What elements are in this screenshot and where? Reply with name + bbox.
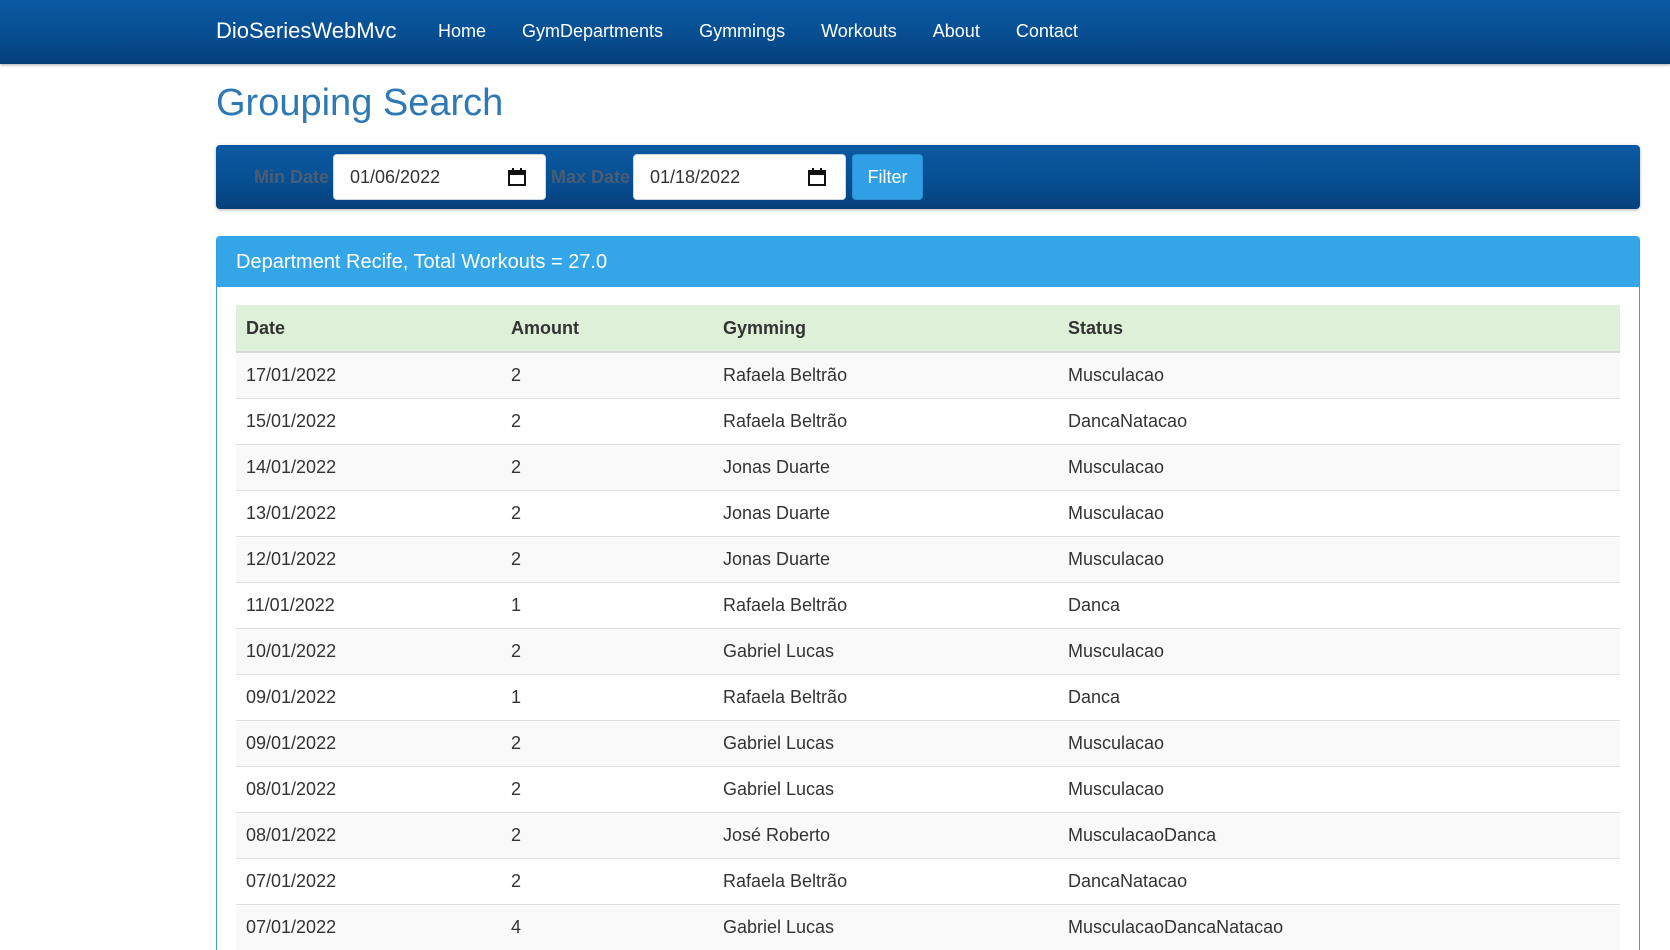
gymming-cell: Jonas Duarte xyxy=(713,536,1058,583)
amount-cell: 2 xyxy=(501,628,713,675)
nav-link-home[interactable]: Home xyxy=(420,0,504,64)
status-cell: Musculacao xyxy=(1058,628,1620,675)
column-header-date: Date xyxy=(236,305,501,353)
table-row: 07/01/2022 2 Rafaela Beltrão DancaNatacao xyxy=(236,858,1620,905)
table-header-row: Date Amount Gymming Status xyxy=(236,305,1620,353)
date-cell: 11/01/2022 xyxy=(236,582,501,629)
date-cell: 13/01/2022 xyxy=(236,490,501,537)
amount-cell: 2 xyxy=(501,766,713,813)
table-row: 10/01/2022 2 Gabriel Lucas Musculacao xyxy=(236,628,1620,675)
status-cell: Musculacao xyxy=(1058,490,1620,537)
date-cell: 15/01/2022 xyxy=(236,398,501,445)
date-cell: 08/01/2022 xyxy=(236,812,501,859)
status-cell: DancaNatacao xyxy=(1058,858,1620,905)
amount-cell: 2 xyxy=(501,352,713,399)
gymming-cell: Gabriel Lucas xyxy=(713,766,1058,813)
table-row: 13/01/2022 2 Jonas Duarte Musculacao xyxy=(236,490,1620,537)
nav-link-contact[interactable]: Contact xyxy=(998,0,1096,64)
max-date-label: Max Date xyxy=(551,167,631,187)
panel-heading: Department Recife, Total Workouts = 27.0 xyxy=(217,237,1639,287)
filter-bar: Min Date 01/06/2022 Max Date 01/18/2022 … xyxy=(216,145,1640,209)
date-cell: 12/01/2022 xyxy=(236,536,501,583)
status-cell: Musculacao xyxy=(1058,444,1620,491)
date-cell: 10/01/2022 xyxy=(236,628,501,675)
gymming-cell: Jonas Duarte xyxy=(713,490,1058,537)
calendar-icon[interactable] xyxy=(507,167,527,187)
min-date-label: Min Date xyxy=(254,167,330,187)
date-cell: 17/01/2022 xyxy=(236,352,501,399)
status-cell: Musculacao xyxy=(1058,536,1620,583)
department-panel: Department Recife, Total Workouts = 27.0… xyxy=(216,236,1640,950)
date-cell: 07/01/2022 xyxy=(236,858,501,905)
status-cell: Danca xyxy=(1058,674,1620,721)
column-header-status: Status xyxy=(1058,305,1620,353)
status-cell: Musculacao xyxy=(1058,720,1620,767)
table-row: 12/01/2022 2 Jonas Duarte Musculacao xyxy=(236,536,1620,583)
gymming-cell: Gabriel Lucas xyxy=(713,628,1058,675)
amount-cell: 2 xyxy=(501,444,713,491)
table-row: 11/01/2022 1 Rafaela Beltrão Danca xyxy=(236,582,1620,629)
table-row: 08/01/2022 2 José Roberto MusculacaoDanca xyxy=(236,812,1620,859)
amount-cell: 2 xyxy=(501,398,713,445)
gymming-cell: Rafaela Beltrão xyxy=(713,398,1058,445)
table-row: 14/01/2022 2 Jonas Duarte Musculacao xyxy=(236,444,1620,491)
navbar: DioSeriesWebMvc Home GymDepartments Gymm… xyxy=(0,0,1670,64)
nav-link-workouts[interactable]: Workouts xyxy=(803,0,915,64)
column-header-gymming: Gymming xyxy=(713,305,1058,353)
column-header-amount: Amount xyxy=(501,305,713,353)
gymming-cell: José Roberto xyxy=(713,812,1058,859)
page-title: Grouping Search xyxy=(216,82,504,124)
gymming-cell: Rafaela Beltrão xyxy=(713,858,1058,905)
amount-cell: 2 xyxy=(501,536,713,583)
amount-cell: 2 xyxy=(501,490,713,537)
gymming-cell: Gabriel Lucas xyxy=(713,904,1058,950)
table-row: 07/01/2022 4 Gabriel Lucas MusculacaoDancaN… xyxy=(236,904,1620,950)
status-cell: Danca xyxy=(1058,582,1620,629)
gymming-cell: Gabriel Lucas xyxy=(713,720,1058,767)
status-cell: DancaNatacao xyxy=(1058,398,1620,445)
gymming-cell: Rafaela Beltrão xyxy=(713,352,1058,399)
amount-cell: 2 xyxy=(501,858,713,905)
amount-cell: 4 xyxy=(501,904,713,950)
nav-link-gym-departments[interactable]: GymDepartments xyxy=(504,0,681,64)
table-row: 09/01/2022 1 Rafaela Beltrão Danca xyxy=(236,674,1620,721)
table-row: 09/01/2022 2 Gabriel Lucas Musculacao xyxy=(236,720,1620,767)
amount-cell: 2 xyxy=(501,720,713,767)
gymming-cell: Rafaela Beltrão xyxy=(713,582,1058,629)
nav-link-about[interactable]: About xyxy=(915,0,998,64)
amount-cell: 2 xyxy=(501,812,713,859)
date-cell: 14/01/2022 xyxy=(236,444,501,491)
nav-links: Home GymDepartments Gymmings Workouts Ab… xyxy=(420,0,1096,64)
min-date-value: 01/06/2022 xyxy=(350,167,441,187)
workouts-table: Date Amount Gymming Status 17/01/2022 2 Ra… xyxy=(236,305,1620,950)
date-cell: 08/01/2022 xyxy=(236,766,501,813)
status-cell: Musculacao xyxy=(1058,766,1620,813)
gymming-cell: Rafaela Beltrão xyxy=(713,674,1058,721)
max-date-value: 01/18/2022 xyxy=(650,167,741,187)
status-cell: MusculacaoDancaNatacao xyxy=(1058,904,1620,950)
nav-link-gymmings[interactable]: Gymmings xyxy=(681,0,803,64)
status-cell: Musculacao xyxy=(1058,352,1620,399)
table-body: 17/01/2022 2 Rafaela Beltrão Musculacao 15/0… xyxy=(236,352,1620,950)
max-date-input[interactable]: 01/18/2022 xyxy=(633,154,846,200)
min-date-input[interactable]: 01/06/2022 xyxy=(333,154,546,200)
amount-cell: 1 xyxy=(501,582,713,629)
brand-link[interactable]: DioSeriesWebMvc xyxy=(216,0,397,64)
gymming-cell: Jonas Duarte xyxy=(713,444,1058,491)
date-cell: 09/01/2022 xyxy=(236,720,501,767)
table-row: 17/01/2022 2 Rafaela Beltrão Musculacao xyxy=(236,352,1620,399)
table-row: 15/01/2022 2 Rafaela Beltrão DancaNatacao xyxy=(236,398,1620,445)
date-cell: 07/01/2022 xyxy=(236,904,501,950)
amount-cell: 1 xyxy=(501,674,713,721)
calendar-icon[interactable] xyxy=(807,167,827,187)
status-cell: MusculacaoDanca xyxy=(1058,812,1620,859)
filter-button[interactable]: Filter xyxy=(852,154,923,200)
table-row: 08/01/2022 2 Gabriel Lucas Musculacao xyxy=(236,766,1620,813)
date-cell: 09/01/2022 xyxy=(236,674,501,721)
